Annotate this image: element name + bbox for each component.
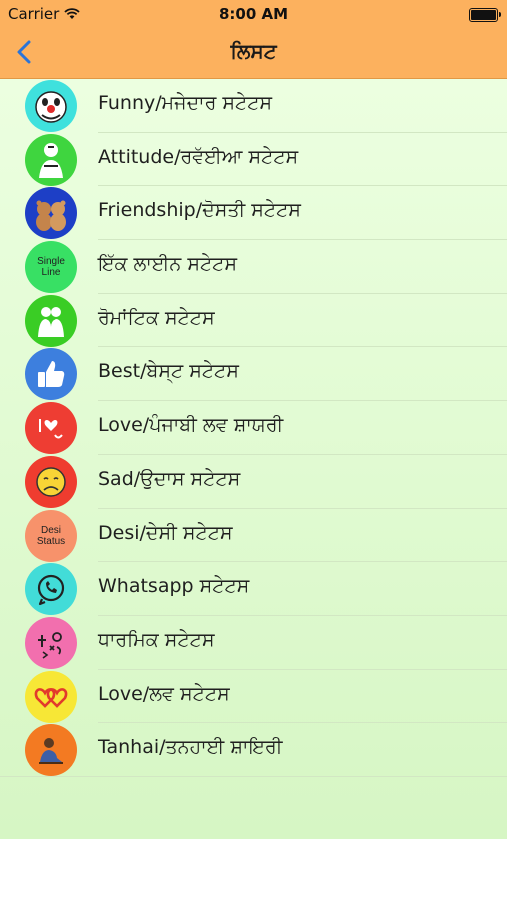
- list-item-punjabi-love[interactable]: Love/ਪੰਜਾਬੀ ਲਵ ਸ਼ਾਯਰੀ: [0, 401, 507, 455]
- list-item-friendship[interactable]: Friendship/ਦੋਸਤੀ ਸਟੇਟਸ: [0, 186, 507, 240]
- battery-icon: [469, 8, 501, 22]
- list-item-attitude[interactable]: Attitude/ਰਵੱਈਆ ਸਟੇਟਸ: [0, 133, 507, 187]
- sad-face-icon: [25, 455, 77, 508]
- list-item-label: Desi/ਦੇਸੀ ਸਟੇਟਸ: [98, 521, 233, 544]
- list-item-label: ਧਾਰਮਿਕ ਸਟੇਟਸ: [98, 628, 215, 651]
- list-item-label: Sad/ਉਦਾਸ ਸਟੇਟਸ: [98, 467, 241, 490]
- list-item-love[interactable]: Love/ਲਵ ਸਟੇਟਸ: [0, 670, 507, 724]
- single-line-icon: Single Line: [25, 241, 77, 294]
- list-item-label: Whatsapp ਸਟੇਟਸ: [98, 575, 250, 598]
- icon-caption: Single Line: [37, 256, 65, 279]
- page-title: ਲਿਸਟ: [230, 39, 277, 63]
- whatsapp-icon: [25, 563, 77, 616]
- list-item-label: Funny/ਮਜੇਦਾਰ ਸਟੇਟਸ: [98, 92, 273, 114]
- list-item-label: ਇੱਕ ਲਾਈਨ ਸਟੇਟਸ: [98, 253, 237, 276]
- status-bar: Carrier 8:00 AM: [0, 0, 507, 28]
- desi-status-icon: Desi Status: [25, 509, 77, 562]
- list-item-label: Attitude/ਰਵੱਈਆ ਸਟੇਟਸ: [98, 145, 299, 168]
- list-item-label: Love/ਲਵ ਸਟੇਟਸ: [98, 682, 230, 705]
- list-item-whatsapp[interactable]: Whatsapp ਸਟੇਟਸ: [0, 562, 507, 616]
- attitude-man-icon: [25, 133, 77, 186]
- icon-caption: Desi Status: [36, 524, 66, 547]
- lonely-person-icon: [25, 724, 77, 777]
- list-item-label: Love/ਪੰਜਾਬੀ ਲਵ ਸ਼ਾਯਰੀ: [98, 414, 284, 437]
- romantic-couple-icon: [25, 294, 77, 347]
- list-item-label: Tanhai/ਤਨਹਾਈ ਸ਼ਾਇਰੀ: [98, 736, 283, 759]
- list-item-romantic[interactable]: ਰੋਮਾਂਟਿਕ ਸਟੇਟਸ: [0, 294, 507, 348]
- category-list: Funny/ਮਜੇਦਾਰ ਸਟੇਟਸ Attitude/ਰਵੱਈਆ ਸਟੇਟਸ …: [0, 79, 507, 839]
- teddy-bears-icon: [25, 187, 77, 240]
- list-item-best[interactable]: Best/ਬੇਸ੍ਟ ਸਟੇਟਸ: [0, 347, 507, 401]
- list-item-sad[interactable]: Sad/ਉਦਾਸ ਸਟੇਟਸ: [0, 455, 507, 509]
- list-item-religious[interactable]: ਧਾਰਮਿਕ ਸਟੇਟਸ: [0, 616, 507, 670]
- list-item-desi[interactable]: Desi Status Desi/ਦੇਸੀ ਸਟੇਟਸ: [0, 509, 507, 563]
- religious-symbols-icon: [25, 616, 77, 669]
- i-love-you-icon: [25, 402, 77, 455]
- thumbs-up-icon: [25, 348, 77, 401]
- funny-face-icon: [25, 80, 77, 132]
- hearts-icon: [25, 670, 77, 723]
- navigation-bar: ਲਿਸਟ: [0, 28, 507, 79]
- list-item-single-line[interactable]: Single Line ਇੱਕ ਲਾਈਨ ਸਟੇਟਸ: [0, 240, 507, 294]
- list-item-label: Best/ਬੇਸ੍ਟ ਸਟੇਟਸ: [98, 360, 239, 383]
- status-time: 8:00 AM: [218, 5, 289, 23]
- list-item-label: Friendship/ਦੋਸਤੀ ਸਟੇਟਸ: [98, 199, 301, 222]
- list-item-label: ਰੋਮਾਂਟਿਕ ਸਟੇਟਸ: [98, 306, 215, 329]
- list-item-tanhai[interactable]: Tanhai/ਤਨਹਾਈ ਸ਼ਾਇਰੀ: [0, 723, 507, 777]
- list-item-funny[interactable]: Funny/ਮਜੇਦਾਰ ਸਟੇਟਸ: [0, 79, 507, 133]
